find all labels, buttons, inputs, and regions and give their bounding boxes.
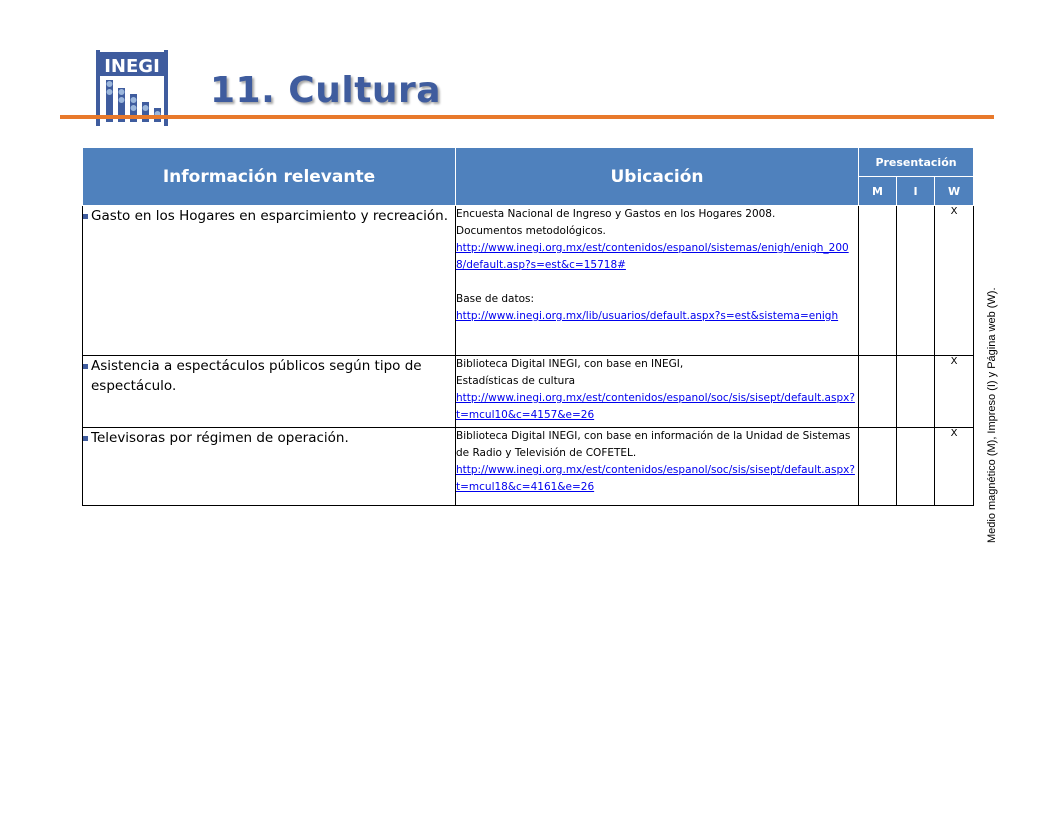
- mark-i: [896, 355, 935, 428]
- header-location: Ubicación: [455, 147, 859, 206]
- location-link[interactable]: http://www.inegi.org.mx/est/contenidos/e…: [456, 242, 849, 271]
- header-info: Información relevante: [82, 147, 456, 206]
- mark-w: X: [933, 205, 975, 356]
- table-row: Asistencia a espectáculos públicos según…: [82, 355, 975, 428]
- location-text: Base de datos:: [456, 293, 535, 305]
- mark-i: [896, 205, 935, 356]
- bullet-icon: [83, 214, 88, 219]
- location-text: Documentos metodológicos.: [456, 225, 606, 237]
- info-cell: Asistencia a espectáculos públicos según…: [82, 355, 456, 428]
- mark-i: [896, 427, 935, 506]
- header-i: I: [896, 176, 935, 206]
- location-link[interactable]: http://www.inegi.org.mx/est/contenidos/e…: [456, 464, 855, 493]
- header-w: W: [933, 176, 975, 206]
- mark-w: X: [933, 355, 975, 428]
- mark-m: [858, 205, 897, 356]
- bullet-icon: [83, 364, 88, 369]
- header-divider: [60, 115, 994, 119]
- info-cell: Gasto en los Hogares en esparcimiento y …: [82, 205, 456, 356]
- page-title: 11. Cultura: [210, 70, 442, 111]
- info-table: Información relevante Ubicación Presenta…: [82, 147, 975, 506]
- location-text: Biblioteca Digital INEGI, con base en in…: [456, 430, 851, 459]
- table-row: Televisoras por régimen de operación. Bi…: [82, 427, 975, 506]
- header-m: M: [858, 176, 897, 206]
- location-text: Estadísticas de cultura: [456, 375, 576, 387]
- location-link[interactable]: http://www.inegi.org.mx/lib/usuarios/def…: [456, 310, 838, 322]
- info-cell: Televisoras por régimen de operación.: [82, 427, 456, 506]
- mark-m: [858, 427, 897, 506]
- logo-text: INEGI: [104, 56, 160, 77]
- mark-m: [858, 355, 897, 428]
- location-cell: Biblioteca Digital INEGI, con base en IN…: [455, 355, 859, 428]
- bullet-icon: [83, 436, 88, 441]
- mark-w: X: [933, 427, 975, 506]
- table-row: Gasto en los Hogares en esparcimiento y …: [82, 205, 975, 356]
- location-link[interactable]: http://www.inegi.org.mx/est/contenidos/e…: [456, 392, 855, 421]
- location-text: Biblioteca Digital INEGI, con base en IN…: [456, 358, 684, 370]
- location-cell: Encuesta Nacional de Ingreso y Gastos en…: [455, 205, 859, 356]
- header-presentation: Presentación: [857, 147, 975, 177]
- location-text: Encuesta Nacional de Ingreso y Gastos en…: [456, 208, 776, 220]
- info-text: Gasto en los Hogares en esparcimiento y …: [91, 208, 448, 224]
- presentation-legend-note: Medio magnético (M), Impreso (I) y Págin…: [986, 287, 998, 543]
- info-text: Asistencia a espectáculos públicos según…: [91, 358, 422, 394]
- location-cell: Biblioteca Digital INEGI, con base en in…: [455, 427, 859, 506]
- info-text: Televisoras por régimen de operación.: [91, 430, 349, 446]
